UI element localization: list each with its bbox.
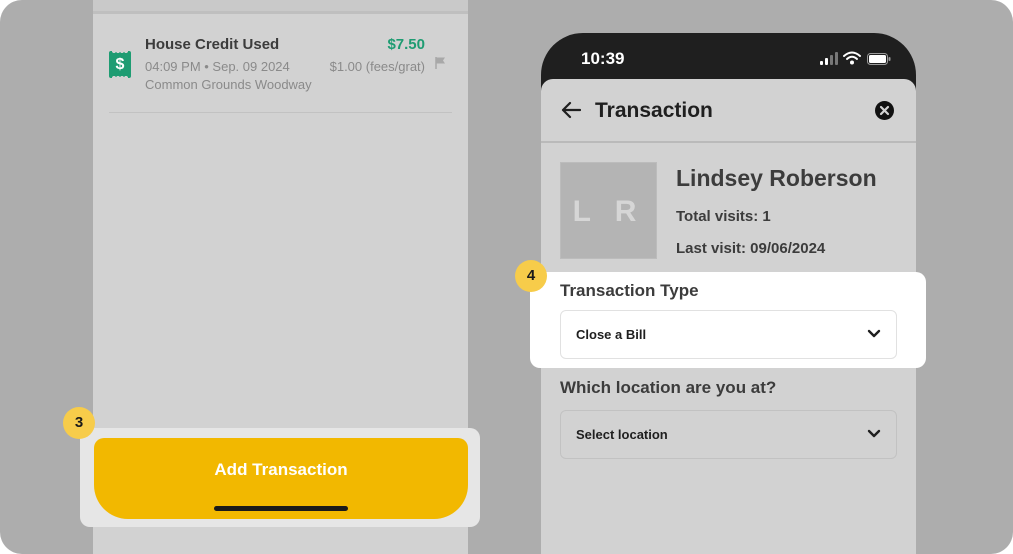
page-title: Transaction (595, 99, 713, 122)
receipt-dollar-icon: $ (109, 51, 131, 78)
row-divider (109, 112, 452, 113)
transaction-type-value: Close a Bill (576, 327, 647, 342)
battery-icon (867, 53, 891, 65)
close-icon[interactable] (875, 101, 894, 120)
last-visit: Last visit: 09/06/2024 (676, 240, 826, 257)
step-3-badge: 3 (63, 407, 95, 439)
chevron-down-icon (867, 429, 881, 438)
transaction-type-select[interactable]: Close a Bill (560, 310, 897, 359)
status-icons (812, 51, 892, 66)
chevron-down-icon (867, 329, 881, 338)
add-transaction-button[interactable]: Add Transaction (94, 438, 468, 519)
location-select-value: Select location (576, 427, 668, 442)
total-visits: Total visits: 1 (676, 208, 771, 225)
transaction-amount: $7.50 (387, 36, 425, 53)
back-arrow-icon[interactable] (561, 101, 581, 119)
status-time: 10:39 (581, 49, 625, 68)
step-4-badge: 4 (515, 260, 547, 292)
transaction-fees: $1.00 (fees/grat) (329, 59, 425, 74)
location-select[interactable]: Select location (560, 410, 897, 459)
cellular-signal-icon (820, 52, 840, 65)
home-indicator (214, 506, 348, 511)
sheet-header: Transaction (541, 79, 916, 143)
tutorial-frame: $ House Credit Used $7.50 04:09 PM • Sep… (0, 0, 1013, 554)
step-4-highlight: Transaction Type Close a Bill (530, 272, 926, 368)
transaction-type-label: Transaction Type (560, 281, 699, 300)
avatar: L R (560, 162, 657, 259)
transaction-row[interactable]: $ House Credit Used $7.50 04:09 PM • Sep… (109, 34, 451, 114)
location-label: Which location are you at? (560, 378, 777, 397)
wifi-icon (843, 51, 861, 65)
list-top-edge (93, 0, 468, 14)
flag-icon[interactable] (435, 56, 447, 70)
customer-name: Lindsey Roberson (676, 165, 877, 191)
transaction-title: House Credit Used (145, 36, 280, 53)
transaction-location: Common Grounds Woodway (145, 77, 312, 92)
add-transaction-label: Add Transaction (214, 460, 348, 479)
transaction-datetime: 04:09 PM • Sep. 09 2024 (145, 59, 290, 74)
